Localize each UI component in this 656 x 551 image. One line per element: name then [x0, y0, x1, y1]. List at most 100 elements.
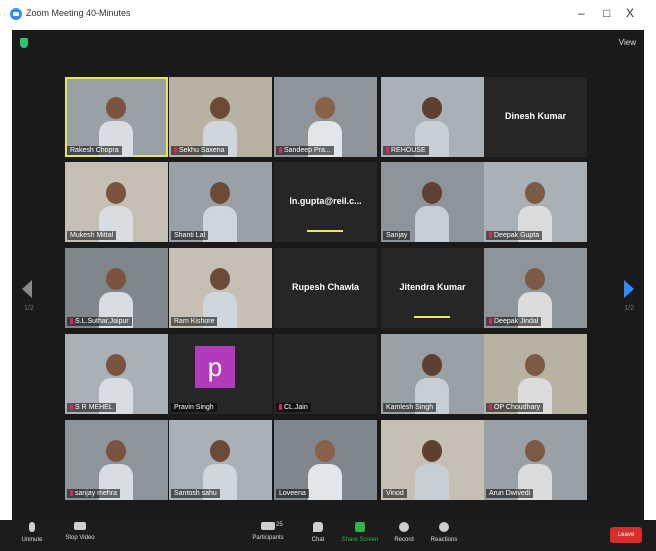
participant-tile-ln-gupta[interactable]: ln.gupta@reil.c...	[274, 162, 377, 242]
participant-name: Loveena	[279, 490, 306, 497]
maximize-button[interactable]: □	[603, 6, 610, 20]
participant-name: Sanjay	[386, 232, 408, 239]
participant-name: sanjay mehra	[75, 490, 118, 497]
chat-label: Chat	[311, 537, 325, 543]
participant-tile-rupesh-chawla[interactable]: Rupesh Chawla	[274, 248, 377, 328]
next-page-indicator: 1/2	[624, 305, 634, 312]
participant-name: CL.Jain	[284, 404, 308, 411]
unmute-button[interactable]: Unmute	[12, 522, 52, 550]
participant-name-label: Pravin Singh	[171, 403, 217, 412]
participant-name-label: Arun Dwivedi	[486, 489, 534, 498]
participant-name: Shanti Lal	[174, 232, 206, 239]
participant-tile-sanjay-mehra[interactable]: sanjay mehra	[65, 420, 168, 500]
participant-name: Vinod	[386, 490, 404, 497]
video-camera-icon	[74, 522, 86, 530]
microphone-muted-icon	[279, 147, 282, 153]
participant-tile-dinesh-kumar[interactable]: Dinesh Kumar	[484, 77, 587, 157]
participant-name-label: S R MEHEL	[67, 403, 116, 412]
security-shield-icon[interactable]	[20, 38, 28, 48]
participant-tile-vinod[interactable]: Vinod	[381, 420, 484, 500]
participant-name: Rakesh Chopra	[70, 147, 119, 154]
participant-name: S R MEHEL	[75, 404, 113, 411]
participant-tile-loveena[interactable]: Loveena	[274, 420, 377, 500]
participant-name: Santosh sahu	[174, 490, 217, 497]
participant-tile-cl-jain[interactable]: CL.Jain	[274, 334, 377, 414]
participant-tile-sl-suthar[interactable]: S.L.Suthar,Jaipur	[65, 248, 168, 328]
participant-tile-kamlesh-singh[interactable]: Kamlesh Singh	[381, 334, 484, 414]
participant-tile-deepak-jindal[interactable]: Deepak Jindal	[484, 248, 587, 328]
participant-video	[308, 438, 342, 500]
participant-name-label: Sandeep Pra...	[276, 146, 334, 155]
record-button[interactable]: Record	[384, 522, 424, 550]
participant-name-label: Sekhu Saxena	[171, 146, 228, 155]
participant-tile-rakesh-chopra[interactable]: Rakesh Chopra	[65, 77, 168, 157]
window-title: Zoom Meeting 40-Minutes	[26, 8, 131, 18]
participant-name-label: Vinod	[383, 489, 407, 498]
participant-name-label: Deepak Jindal	[486, 317, 542, 326]
stop-video-button[interactable]: Stop Video	[60, 522, 100, 550]
participants-button[interactable]: 25 Participants	[248, 522, 288, 550]
microphone-muted-icon	[279, 404, 282, 410]
participants-count: 25	[276, 522, 283, 528]
microphone-muted-icon	[174, 147, 177, 153]
participant-tile-sekhu-saxena[interactable]: Sekhu Saxena	[169, 77, 272, 157]
participant-name: Deepak Gupta	[494, 232, 540, 239]
participant-tile-sandeep-pra[interactable]: Sandeep Pra...	[274, 77, 377, 157]
participant-name: Pravin Singh	[174, 404, 214, 411]
participant-name: OP Choudhary	[494, 404, 541, 411]
avatar: p	[195, 346, 235, 388]
participants-label: Participants	[252, 535, 284, 541]
record-icon	[399, 522, 409, 532]
participant-tile-sanjay[interactable]: Sanjay	[381, 162, 484, 242]
participant-tile-op-choudhary[interactable]: OP Choudhary	[484, 334, 587, 414]
participant-name-label: REHOUSE	[383, 146, 429, 155]
previous-page-arrow-icon[interactable]	[22, 280, 32, 298]
participant-name-label: Mukesh Mittal	[67, 231, 117, 240]
participant-name: Sandeep Pra...	[284, 147, 331, 154]
unmute-label: Unmute	[21, 537, 43, 543]
participant-name: Deepak Jindal	[494, 318, 539, 325]
view-button[interactable]: View	[619, 38, 636, 47]
minimize-button[interactable]: –	[578, 6, 585, 20]
participant-name: Sekhu Saxena	[179, 147, 225, 154]
participant-name: Mukesh Mittal	[70, 232, 114, 239]
participant-tile-arun-dwivedi[interactable]: Arun Dwivedi	[484, 420, 587, 500]
microphone-muted-icon	[29, 522, 35, 532]
participant-tile-rehouse[interactable]: REHOUSE	[381, 77, 484, 157]
participant-tile-santosh-sahu[interactable]: Santosh sahu	[169, 420, 272, 500]
reactions-button[interactable]: Reactions	[424, 522, 464, 550]
microphone-muted-icon	[70, 404, 73, 410]
zoom-logo-icon	[10, 8, 22, 20]
participant-tile-jitendra-kumar[interactable]: Jitendra Kumar	[381, 248, 484, 328]
participant-name-label: Shanti Lal	[171, 231, 209, 240]
participant-tile-pravin-singh[interactable]: p Pravin Singh	[169, 334, 272, 414]
next-page-arrow-icon[interactable]	[624, 280, 634, 298]
close-button[interactable]: X	[626, 6, 634, 20]
participant-tile-deepak-gupta[interactable]: Deepak Gupta	[484, 162, 587, 242]
stop-video-label: Stop Video	[65, 535, 95, 541]
participant-name-label: OP Choudhary	[486, 403, 544, 412]
participant-name-label: CL.Jain	[276, 403, 311, 412]
speaking-indicator	[414, 316, 450, 318]
participant-name: Ram Kishore	[174, 318, 215, 325]
meeting-toolbar: Unmute Stop Video 25 Participants Chat S…	[0, 520, 656, 551]
participant-name-label: Loveena	[276, 489, 309, 498]
participant-video	[415, 180, 449, 242]
participant-name-label: Sanjay	[383, 231, 411, 240]
record-label: Record	[394, 537, 414, 543]
participant-name-label: Rakesh Chopra	[67, 146, 122, 155]
participant-name-label: sanjay mehra	[67, 489, 121, 498]
share-screen-button[interactable]: Share Screen	[340, 522, 380, 550]
participant-tile-shanti[interactable]: Shanti Lal	[169, 162, 272, 242]
participant-tile-mukesh[interactable]: Mukesh Mittal	[65, 162, 168, 242]
participant-name-label: S.L.Suthar,Jaipur	[67, 317, 132, 326]
leave-button[interactable]: Leave	[610, 527, 642, 543]
chat-button[interactable]: Chat	[298, 522, 338, 550]
reactions-label: Reactions	[430, 537, 458, 543]
participant-display-name: Dinesh Kumar	[504, 111, 566, 121]
participant-name-label: Santosh sahu	[171, 489, 220, 498]
prev-page-indicator: 1/2	[24, 305, 34, 312]
participant-tile-sr-wadhwa[interactable]: S R MEHEL	[65, 334, 168, 414]
participant-tile-ram-kishore[interactable]: Ram Kishore	[169, 248, 272, 328]
participant-name: REHOUSE	[391, 147, 426, 154]
